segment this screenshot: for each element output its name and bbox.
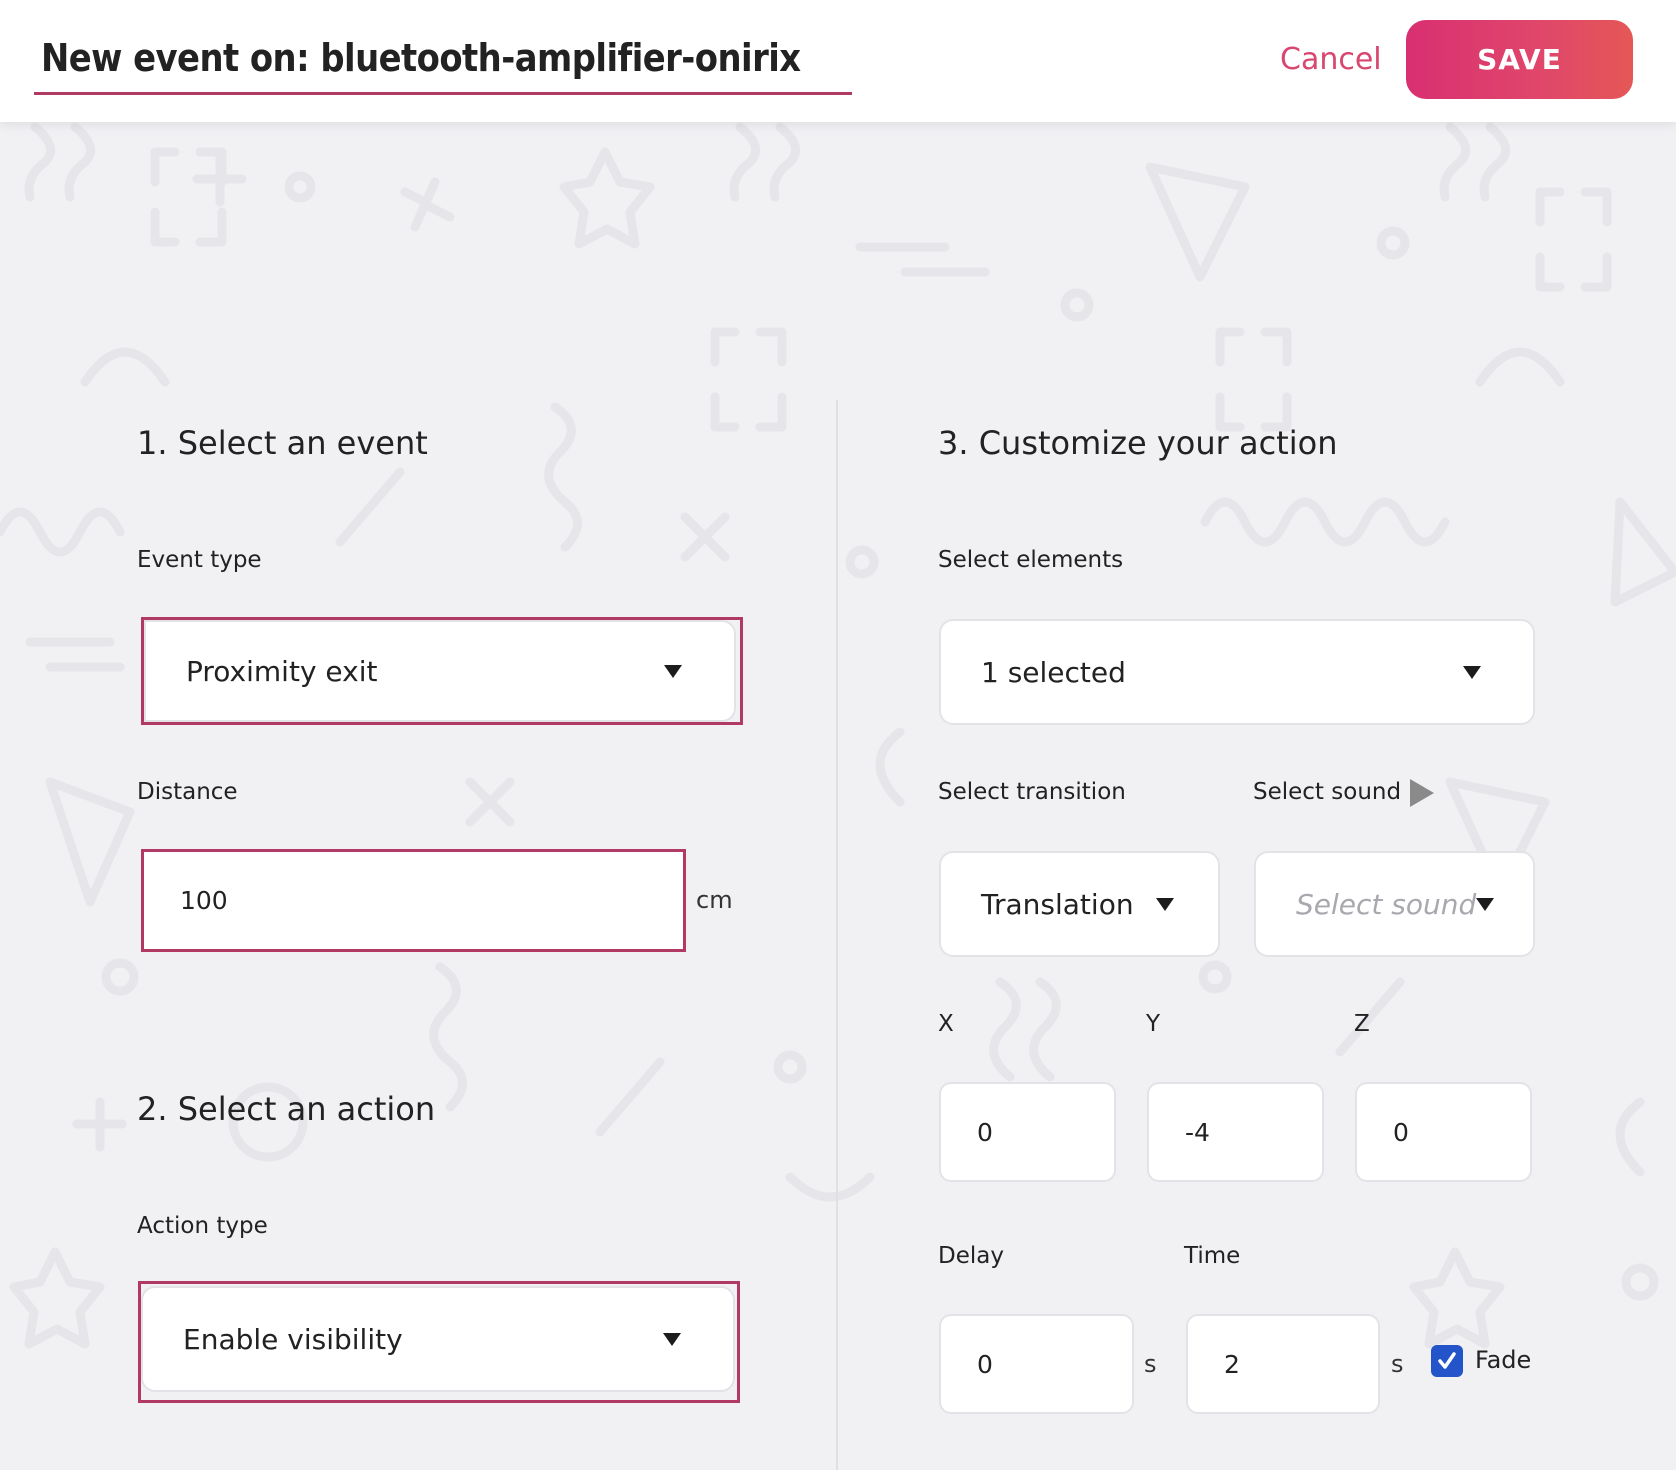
event-type-label: Event type <box>137 547 262 573</box>
save-button[interactable]: SAVE <box>1406 20 1633 99</box>
distance-label: Distance <box>137 779 238 805</box>
distance-value: 100 <box>180 886 228 915</box>
action-type-value: Enable visibility <box>183 1322 403 1356</box>
action-type-select[interactable]: Enable visibility <box>141 1286 735 1392</box>
y-value: -4 <box>1185 1117 1210 1147</box>
column-divider <box>836 400 838 1470</box>
header-bar: New event on: bluetooth-amplifier-onirix… <box>0 0 1676 122</box>
fade-label[interactable]: Fade <box>1475 1346 1531 1374</box>
section-heading-select-event: 1. Select an event <box>137 424 428 462</box>
checkmark-icon <box>1438 1352 1456 1369</box>
time-value: 2 <box>1224 1349 1240 1379</box>
distance-input[interactable]: 100 <box>144 852 683 949</box>
caret-down-icon <box>663 1332 681 1346</box>
z-value: 0 <box>1393 1117 1409 1147</box>
transition-value: Translation <box>981 887 1134 921</box>
section-heading-customize-action: 3. Customize your action <box>938 424 1338 462</box>
title-underline <box>34 92 852 95</box>
select-elements-label: Select elements <box>938 547 1124 573</box>
event-type-value: Proximity exit <box>186 654 378 688</box>
caret-down-icon <box>664 664 682 678</box>
play-icon[interactable] <box>1410 779 1434 807</box>
caret-down-icon <box>1156 897 1174 911</box>
sound-select[interactable]: Select sound <box>1254 851 1535 957</box>
event-type-select[interactable]: Proximity exit <box>144 620 736 722</box>
caret-down-icon <box>1476 897 1495 911</box>
x-input[interactable]: 0 <box>939 1082 1116 1182</box>
time-input[interactable]: 2 <box>1186 1314 1380 1414</box>
transition-select[interactable]: Translation <box>939 851 1220 957</box>
delay-label: Delay <box>938 1243 1004 1269</box>
x-label: X <box>938 1011 954 1037</box>
select-transition-label: Select transition <box>938 779 1126 805</box>
page-title: New event on: bluetooth-amplifier-onirix <box>41 36 801 80</box>
fade-checkbox[interactable] <box>1431 1345 1463 1377</box>
time-unit: s <box>1391 1350 1404 1378</box>
z-label: Z <box>1354 1011 1370 1037</box>
y-label: Y <box>1146 1011 1161 1037</box>
select-elements-dropdown[interactable]: 1 selected <box>939 619 1535 725</box>
section-heading-select-action: 2. Select an action <box>137 1090 436 1128</box>
action-type-label: Action type <box>137 1213 268 1239</box>
delay-value: 0 <box>977 1349 993 1379</box>
time-label: Time <box>1184 1243 1241 1269</box>
delay-input[interactable]: 0 <box>939 1314 1134 1414</box>
select-elements-value: 1 selected <box>981 655 1126 689</box>
distance-unit: cm <box>696 886 733 914</box>
cancel-button[interactable]: Cancel <box>1280 42 1382 77</box>
z-input[interactable]: 0 <box>1355 1082 1532 1182</box>
x-value: 0 <box>977 1117 993 1147</box>
sound-placeholder: Select sound <box>1296 887 1477 921</box>
y-input[interactable]: -4 <box>1147 1082 1324 1182</box>
caret-down-icon <box>1463 665 1481 679</box>
select-sound-label: Select sound <box>1253 779 1402 805</box>
delay-unit: s <box>1144 1350 1157 1378</box>
